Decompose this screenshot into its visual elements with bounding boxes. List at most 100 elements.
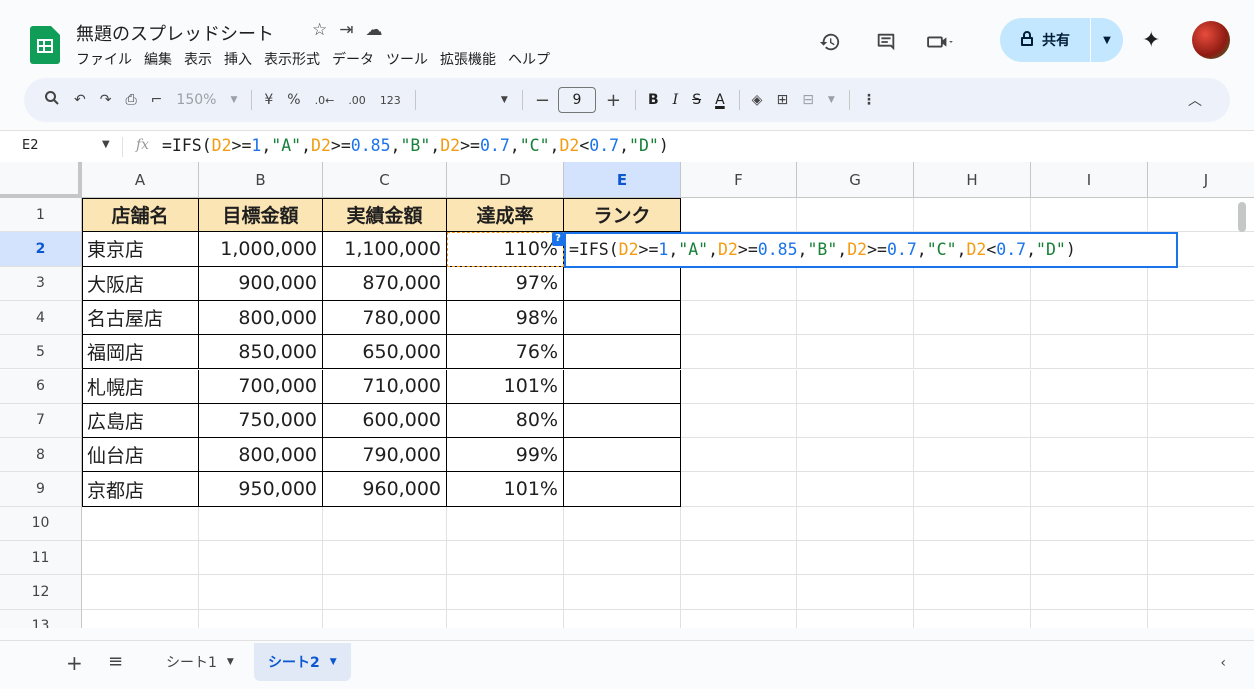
grid-cell[interactable] — [1031, 300, 1148, 336]
table-cell[interactable]: 名古屋店 — [82, 300, 199, 336]
table-header-cell[interactable]: 店舗名 — [82, 198, 199, 233]
grid-cell[interactable] — [564, 609, 681, 628]
borders-icon[interactable]: ⊞ — [776, 92, 788, 108]
row-header-7[interactable]: 7 — [0, 403, 82, 439]
row-header-12[interactable]: 12 — [0, 575, 82, 610]
meet-icon[interactable] — [922, 24, 958, 60]
grid-cell[interactable] — [914, 335, 1031, 370]
table-cell[interactable] — [564, 335, 681, 370]
bold-button[interactable]: B — [648, 92, 659, 108]
grid-cell[interactable] — [199, 506, 323, 541]
table-cell[interactable] — [564, 300, 681, 336]
grid-cell[interactable] — [1031, 335, 1148, 370]
table-cell[interactable]: 600,000 — [323, 403, 447, 439]
grid-cell[interactable] — [681, 198, 797, 233]
font-size-increase-button[interactable]: + — [606, 90, 621, 111]
grid-cell[interactable] — [323, 541, 447, 576]
grid-cell[interactable] — [1031, 472, 1148, 507]
table-cell[interactable]: 101% — [447, 472, 564, 507]
table-cell[interactable]: 800,000 — [199, 438, 323, 473]
grid-cell[interactable] — [323, 609, 447, 628]
grid-cell[interactable] — [681, 472, 797, 507]
column-header-i[interactable]: I — [1031, 162, 1148, 198]
grid-cell[interactable] — [1031, 506, 1148, 541]
table-cell[interactable]: 99% — [447, 438, 564, 473]
share-button[interactable]: 共有 ▼ — [1000, 18, 1123, 62]
merge-dropdown-icon[interactable]: ▼ — [828, 95, 835, 105]
row-header-1[interactable]: 1 — [0, 198, 82, 233]
undo-icon[interactable]: ↶ — [74, 92, 86, 108]
grid-cell[interactable] — [1031, 438, 1148, 473]
row-header-2[interactable]: 2 — [0, 232, 82, 267]
zoom-dropdown-icon[interactable]: ▼ — [230, 95, 237, 105]
all-sheets-icon[interactable]: ≡ — [108, 651, 123, 672]
star-icon[interactable]: ☆ — [312, 20, 327, 40]
grid-cell[interactable] — [797, 335, 914, 370]
row-header-11[interactable]: 11 — [0, 541, 82, 576]
grid-cell[interactable] — [797, 609, 914, 628]
grid-cell[interactable] — [199, 575, 323, 610]
menu-item[interactable]: 編集 — [144, 49, 172, 69]
grid-cell[interactable] — [681, 300, 797, 336]
table-cell[interactable]: 仙台店 — [82, 438, 199, 473]
menu-item[interactable]: データ — [332, 49, 374, 69]
table-cell[interactable]: 福岡店 — [82, 335, 199, 370]
grid-cell[interactable] — [797, 266, 914, 301]
table-header-cell[interactable]: ランク — [564, 198, 681, 233]
table-cell[interactable]: 710,000 — [323, 369, 447, 404]
column-header-f[interactable]: F — [681, 162, 797, 198]
grid-cell[interactable] — [1148, 507, 1254, 541]
grid-cell[interactable] — [914, 198, 1031, 233]
comment-icon[interactable] — [868, 24, 904, 60]
grid-cell[interactable] — [447, 506, 564, 541]
grid-cell[interactable] — [681, 506, 797, 541]
menu-item[interactable]: 表示形式 — [264, 49, 320, 69]
row-header-5[interactable]: 5 — [0, 335, 82, 370]
table-header-cell[interactable]: 実績金額 — [323, 198, 447, 233]
table-header-cell[interactable]: 目標金額 — [199, 198, 323, 233]
grid-cell[interactable] — [681, 541, 797, 576]
sheet-grid[interactable]: A B C D E F G H I J 1 2 3 4 5 6 7 8 9 10 11 12 13 店舗名 目標金額 実績金額 達成… — [0, 162, 1254, 628]
row-header-9[interactable]: 9 — [0, 472, 82, 507]
row-header-10[interactable]: 10 — [0, 506, 82, 541]
column-header-c[interactable]: C — [323, 162, 447, 198]
history-icon[interactable] — [812, 24, 848, 60]
name-box-dropdown-icon[interactable]: ▼ — [102, 139, 110, 150]
grid-cell[interactable] — [797, 541, 914, 576]
grid-cell[interactable] — [82, 541, 199, 576]
table-cell[interactable]: 960,000 — [323, 472, 447, 507]
grid-cell[interactable] — [1148, 370, 1254, 404]
column-header-a[interactable]: A — [82, 162, 199, 198]
paint-format-icon[interactable]: ⌐ — [151, 92, 163, 108]
grid-cell[interactable] — [914, 472, 1031, 507]
table-cell[interactable]: 76% — [447, 335, 564, 370]
sheets-logo-icon[interactable] — [30, 26, 60, 64]
grid-cell[interactable] — [1031, 575, 1148, 610]
grid-cell[interactable] — [914, 541, 1031, 576]
table-cell[interactable] — [564, 266, 681, 301]
decrease-decimal-button[interactable]: .0← — [315, 94, 335, 107]
table-cell[interactable] — [564, 403, 681, 439]
table-cell[interactable]: 900,000 — [199, 266, 323, 301]
grid-cell[interactable] — [681, 266, 797, 301]
table-cell[interactable] — [564, 472, 681, 507]
grid-cell[interactable] — [1148, 610, 1254, 628]
gemini-spark-icon[interactable]: ✦ — [1142, 28, 1160, 53]
table-cell[interactable] — [564, 369, 681, 404]
grid-cell[interactable] — [914, 403, 1031, 439]
sheet-tab-1[interactable]: シート1 ▼ — [152, 643, 248, 681]
sheet-tab-2[interactable]: シート2 ▼ — [254, 643, 351, 681]
table-cell[interactable]: 80% — [447, 403, 564, 439]
grid-cell[interactable] — [681, 403, 797, 439]
vertical-scrollbar[interactable] — [1238, 202, 1246, 232]
grid-cell[interactable] — [564, 541, 681, 576]
grid-cell[interactable] — [914, 609, 1031, 628]
fill-color-icon[interactable]: ◈ — [752, 92, 763, 108]
increase-decimal-button[interactable]: .00 — [348, 94, 366, 107]
grid-cell[interactable] — [681, 609, 797, 628]
more-options-icon[interactable]: ⋮ — [862, 92, 876, 108]
table-cell[interactable]: 650,000 — [323, 335, 447, 370]
grid-cell[interactable] — [681, 575, 797, 610]
grid-cell[interactable] — [681, 335, 797, 370]
number-format-button[interactable]: 123 — [380, 94, 401, 107]
